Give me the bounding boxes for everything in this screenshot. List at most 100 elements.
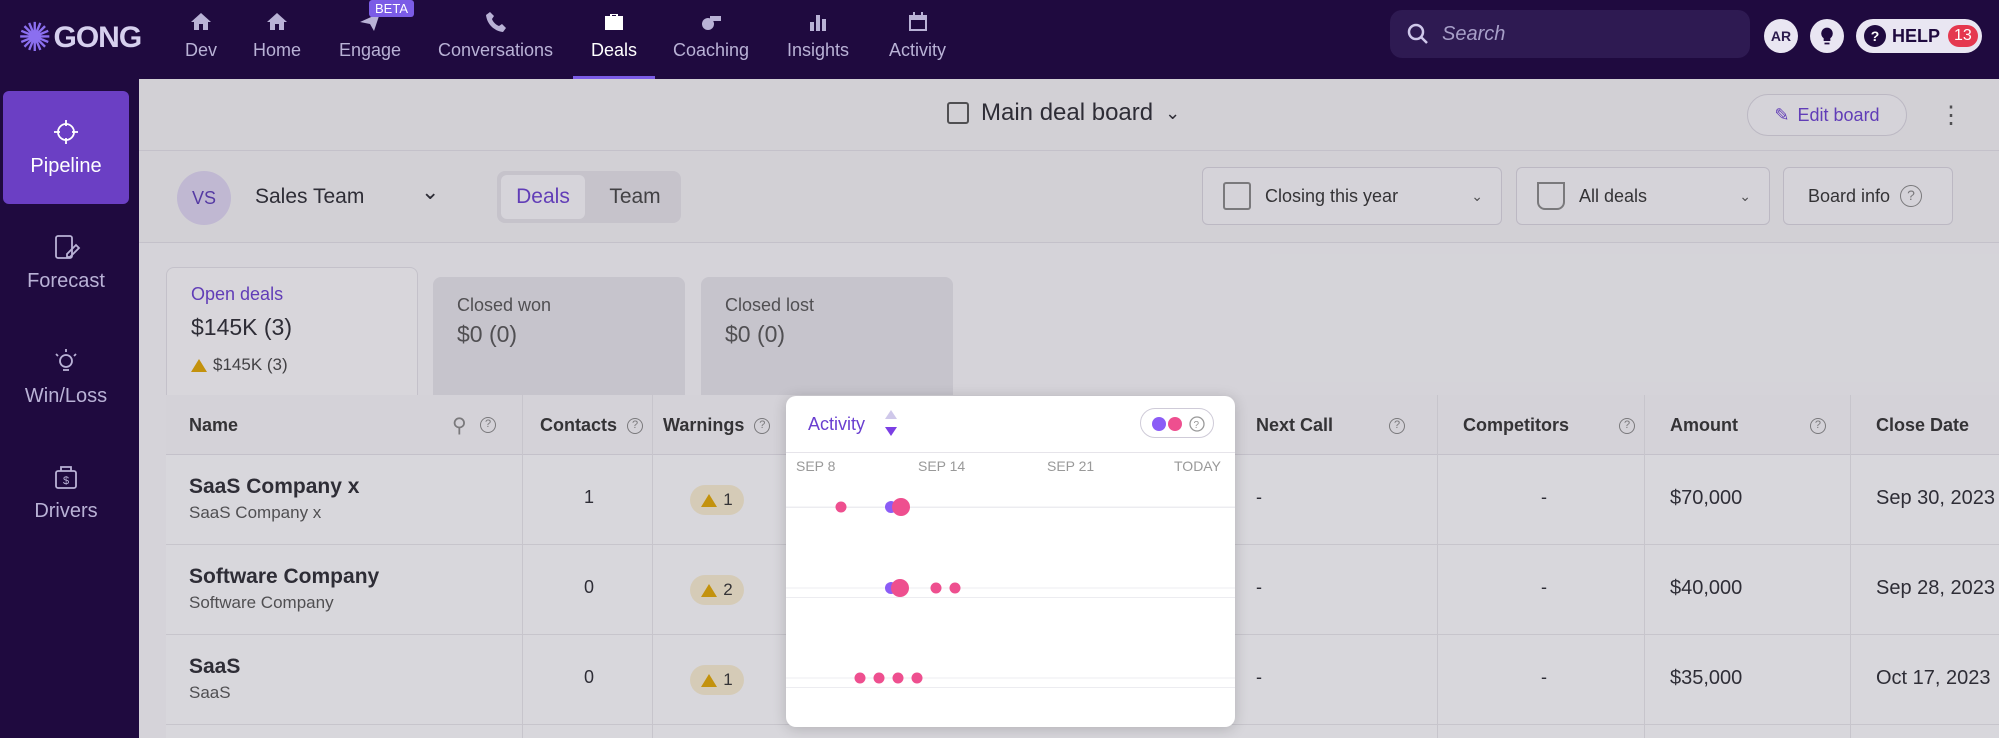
- board-selector[interactable]: Main deal board ⌄: [947, 99, 1180, 127]
- search-icon[interactable]: ⚲: [452, 413, 467, 438]
- chevron-down-icon: ⌄: [1739, 187, 1751, 204]
- warnings-badge[interactable]: 1: [690, 485, 744, 515]
- search-icon: [1407, 23, 1428, 44]
- open-deals-card[interactable]: Open deals $145K (3) $145K (3): [166, 267, 418, 395]
- sidebar-item-label: Win/Loss: [24, 385, 108, 407]
- nav-item-label: Deals: [591, 40, 638, 60]
- help-button[interactable]: ? HELP 13: [1856, 19, 1982, 53]
- warning-icon: [701, 493, 718, 507]
- top-navigation-bar: ✺ GONG Dev Home BETA Engage Conversation…: [0, 0, 1999, 80]
- nav-item-conversations[interactable]: Conversations: [438, 8, 553, 78]
- more-options-icon[interactable]: ⋮: [1939, 101, 1963, 130]
- nav-item-label: Engage: [339, 40, 402, 60]
- board-header: Main deal board ⌄ ✎ Edit board ⋮: [139, 79, 1999, 151]
- search-input[interactable]: Search: [1390, 10, 1750, 58]
- deal-name[interactable]: SaaS: [189, 655, 240, 679]
- question-icon: ?: [1900, 185, 1923, 207]
- board-info-label: Board info: [1808, 185, 1891, 206]
- warning-icon: [701, 673, 718, 687]
- header-label: Name: [189, 415, 239, 435]
- money-bag-icon: $: [55, 466, 77, 489]
- board-info-button[interactable]: Board info ?: [1783, 167, 1953, 225]
- column-header-competitors[interactable]: Competitors?: [1463, 415, 1636, 436]
- deal-account: SaaS Company x: [189, 503, 322, 522]
- edit-board-label: Edit board: [1797, 104, 1880, 125]
- warnings-count: 2: [723, 580, 733, 599]
- sidebar-item-win-loss[interactable]: Win/Loss: [3, 321, 129, 434]
- nav-item-coaching[interactable]: Coaching: [673, 8, 749, 78]
- edit-board-button[interactable]: ✎ Edit board: [1747, 94, 1907, 136]
- column-header-amount[interactable]: Amount?: [1670, 415, 1826, 436]
- header-label: Close Date: [1876, 415, 1970, 435]
- warnings-count: 1: [723, 490, 733, 509]
- card-title: Closed won: [457, 295, 552, 315]
- warnings-badge[interactable]: 2: [690, 575, 744, 605]
- calendar-icon: [906, 8, 930, 36]
- column-header-next-call[interactable]: Next Call?: [1256, 415, 1406, 436]
- deal-name[interactable]: Software Company: [189, 565, 379, 589]
- competitors-value: -: [1541, 667, 1547, 687]
- nav-item-engage[interactable]: BETA Engage: [339, 0, 414, 78]
- activity-dot[interactable]: [892, 498, 910, 516]
- whistle-icon: [699, 8, 723, 36]
- gong-logo-icon: ✺: [18, 16, 52, 60]
- activity-dot[interactable]: [873, 672, 885, 684]
- deals-filter[interactable]: All deals ⌄: [1516, 167, 1770, 225]
- sidebar-item-drivers[interactable]: $ Drivers: [3, 436, 129, 549]
- nav-item-label: Conversations: [438, 40, 554, 60]
- help-icon[interactable]: ?: [480, 417, 496, 433]
- activity-dot[interactable]: [892, 672, 904, 684]
- gong-logo[interactable]: ✺ GONG: [18, 14, 142, 62]
- next-call-value: -: [1256, 487, 1262, 507]
- sidebar-item-label: Forecast: [27, 270, 105, 292]
- closing-date-filter[interactable]: Closing this year ⌄: [1202, 167, 1502, 225]
- sidebar-item-forecast[interactable]: Forecast: [3, 206, 129, 319]
- sidebar-item-pipeline[interactable]: Pipeline: [3, 91, 129, 204]
- column-header-close-date[interactable]: Close Date: [1876, 415, 1969, 436]
- activity-dot[interactable]: [835, 501, 847, 513]
- lightbulb-icon: [1821, 27, 1833, 45]
- filter-bar: VS Sales Team ⌄ Deals Team Closing this …: [139, 151, 1999, 243]
- warnings-count: 1: [723, 670, 733, 689]
- header-label: Next Call: [1256, 415, 1334, 435]
- nav-item-home[interactable]: Home: [253, 8, 301, 78]
- activity-timeline: [786, 498, 1235, 684]
- user-avatar[interactable]: AR: [1764, 19, 1798, 53]
- nav-item-deals[interactable]: Deals: [572, 8, 656, 80]
- team-name[interactable]: Sales Team: [255, 185, 364, 209]
- activity-dot[interactable]: [891, 579, 909, 597]
- activity-dot[interactable]: [854, 672, 866, 684]
- nav-item-insights[interactable]: Insights: [787, 8, 849, 78]
- column-header-name[interactable]: Name: [189, 415, 238, 436]
- nav-item-activity[interactable]: Activity: [889, 8, 946, 78]
- activity-dot[interactable]: [911, 672, 923, 684]
- deal-name[interactable]: SaaS Company x: [189, 475, 359, 499]
- activity-dot[interactable]: [949, 582, 961, 594]
- board-title: Main deal board: [981, 99, 1154, 126]
- closed-lost-card[interactable]: Closed lost $0 (0): [701, 277, 953, 395]
- amount-value: $40,000: [1670, 577, 1743, 599]
- lightbulb-button[interactable]: [1810, 19, 1844, 53]
- segment-deals[interactable]: Deals: [501, 175, 585, 219]
- forecast-icon: [55, 235, 81, 259]
- column-header-warnings[interactable]: Warnings?: [663, 415, 771, 436]
- close-date-value: Sep 30, 2023: [1876, 487, 1995, 509]
- activity-dot[interactable]: [930, 582, 942, 594]
- chevron-down-icon: ⌄: [1471, 187, 1483, 204]
- header-label: Warnings: [663, 415, 745, 435]
- header-label: Amount: [1670, 415, 1738, 435]
- segment-team[interactable]: Team: [593, 175, 677, 219]
- closing-filter-label: Closing this year: [1265, 185, 1399, 206]
- beta-badge: BETA: [369, 0, 414, 17]
- warnings-badge[interactable]: 1: [690, 665, 744, 695]
- chevron-down-icon[interactable]: ⌄: [421, 179, 439, 205]
- column-header-contacts[interactable]: Contacts?: [540, 415, 644, 436]
- nav-item-label: Insights: [787, 40, 850, 60]
- nav-item-dev[interactable]: Dev: [185, 8, 217, 78]
- deal-account: Software Company: [189, 593, 334, 612]
- team-avatar: VS: [177, 171, 231, 225]
- contacts-count: 0: [584, 577, 595, 597]
- calendar-icon: [1223, 182, 1251, 210]
- briefcase-icon: [602, 8, 626, 36]
- closed-won-card[interactable]: Closed won $0 (0): [433, 277, 685, 395]
